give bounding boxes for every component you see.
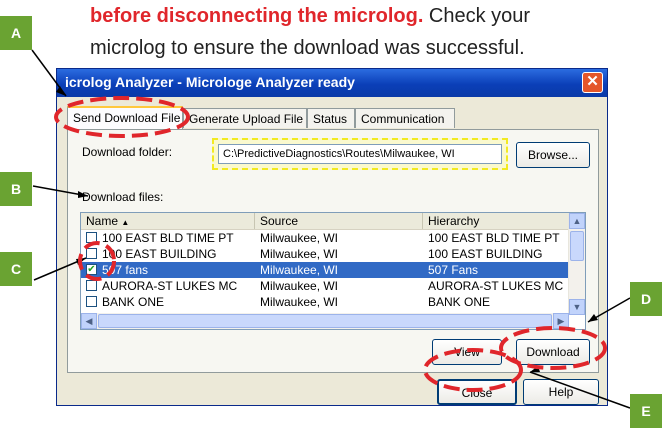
scroll-down-icon[interactable]: ▼	[569, 299, 585, 315]
sort-asc-icon: ▲	[121, 218, 130, 227]
row-name: 507 fans	[102, 263, 149, 277]
column-header-source[interactable]: Source	[255, 213, 423, 229]
row-checkbox[interactable]	[86, 232, 97, 243]
callout-c: C	[0, 252, 32, 286]
row-source: Milwaukee, WI	[260, 279, 339, 293]
vertical-scroll-thumb[interactable]	[570, 231, 584, 261]
row-hierarchy: 100 EAST BUILDING	[428, 247, 543, 261]
row-name: AURORA-ST LUKES MC	[102, 279, 238, 293]
table-row[interactable]: ✔ 507 fans Milwaukee, WI 507 Fans	[81, 262, 569, 278]
row-source: Milwaukee, WI	[260, 263, 339, 277]
download-folder-label: Download folder:	[82, 145, 173, 159]
horizontal-scroll-thumb[interactable]	[98, 314, 552, 328]
row-hierarchy: AURORA-ST LUKES MC	[428, 279, 564, 293]
row-name: 100 EAST BUILDING	[102, 247, 217, 261]
download-files-label: Download files:	[82, 190, 164, 204]
download-button[interactable]: Download	[516, 339, 590, 365]
row-source: Milwaukee, WI	[260, 247, 339, 261]
send-download-panel: Download folder: C:\PredictiveDiagnostic…	[67, 129, 599, 373]
window-close-button[interactable]: ✕	[582, 72, 603, 93]
callout-d: D	[630, 282, 662, 316]
help-button[interactable]: Help	[523, 379, 599, 405]
help-button-label: Help	[548, 385, 574, 399]
download-folder-input[interactable]: C:\PredictiveDiagnostics\Routes\Milwauke…	[218, 144, 502, 164]
row-checkbox[interactable]	[86, 248, 97, 259]
table-row[interactable]: 100 EAST BLD TIME PT Milwaukee, WI 100 EAS…	[81, 230, 569, 246]
callout-e: E	[630, 394, 662, 428]
callout-b: B	[0, 172, 32, 206]
tab-send-download-file[interactable]: Send Download File	[67, 106, 183, 129]
close-x-icon: ✕	[586, 73, 599, 90]
row-checkbox[interactable]: ✔	[86, 264, 97, 275]
column-name-label: Name	[86, 214, 119, 228]
instruction-warning: before disconnecting the microlog.	[90, 5, 424, 27]
row-source: Milwaukee, WI	[260, 231, 339, 245]
row-hierarchy: BANK ONE	[428, 295, 491, 309]
scroll-right-icon[interactable]: ▶	[553, 313, 569, 329]
column-header-name[interactable]: Name ▲	[81, 213, 255, 229]
horizontal-scrollbar[interactable]: ◀ ▶	[81, 313, 569, 329]
table-row[interactable]: BANK ONE Milwaukee, WI BANK ONE	[81, 294, 569, 310]
instruction-line-1-rest: Check your	[423, 5, 531, 27]
view-button-label: View	[454, 345, 480, 359]
table-row[interactable]: 100 EAST BUILDING Milwaukee, WI 100 EAST B…	[81, 246, 569, 262]
microloge-analyzer-window: icrolog Analyzer - Microloge Analyzer re…	[56, 68, 608, 406]
row-checkbox[interactable]	[86, 296, 97, 307]
row-hierarchy: 507 Fans	[428, 263, 479, 277]
row-name: BANK ONE	[102, 295, 165, 309]
tab-communication[interactable]: Communication	[355, 108, 455, 128]
list-header: Name ▲ Source Hierarchy	[81, 213, 569, 230]
scroll-left-icon[interactable]: ◀	[81, 313, 97, 329]
table-row[interactable]: AURORA-ST LUKES MC Milwaukee, WI AURORA-ST…	[81, 278, 569, 294]
window-title: icrolog Analyzer - Microloge Analyzer re…	[65, 74, 355, 90]
close-button[interactable]: Close	[437, 379, 517, 405]
row-hierarchy: 100 EAST BLD TIME PT	[428, 231, 560, 245]
row-checkbox[interactable]	[86, 280, 97, 291]
tab-generate-upload-file[interactable]: Generate Upload File	[183, 108, 307, 128]
download-files-list[interactable]: Name ▲ Source Hierarchy 100 EAST BLD TIM…	[80, 212, 586, 330]
callout-a: A	[0, 16, 32, 50]
vertical-scrollbar[interactable]: ▲ ▼	[568, 213, 585, 315]
instruction-line-2: microlog to ensure the download was succ…	[90, 37, 525, 59]
instruction-text: before disconnecting the microlog. Check…	[90, 0, 650, 64]
close-button-label: Close	[461, 386, 493, 400]
row-name: 100 EAST BLD TIME PT	[102, 231, 234, 245]
scroll-up-icon[interactable]: ▲	[569, 213, 585, 229]
view-button[interactable]: View	[432, 339, 502, 365]
browse-button[interactable]: Browse...	[516, 142, 590, 168]
title-bar[interactable]: icrolog Analyzer - Microloge Analyzer re…	[57, 69, 607, 97]
row-source: Milwaukee, WI	[260, 295, 339, 309]
tab-status[interactable]: Status	[307, 108, 355, 128]
instruction-line-1: before disconnecting the microlog. Check…	[90, 0, 650, 32]
download-button-label: Download	[526, 345, 580, 359]
column-header-hierarchy[interactable]: Hierarchy	[423, 213, 569, 229]
